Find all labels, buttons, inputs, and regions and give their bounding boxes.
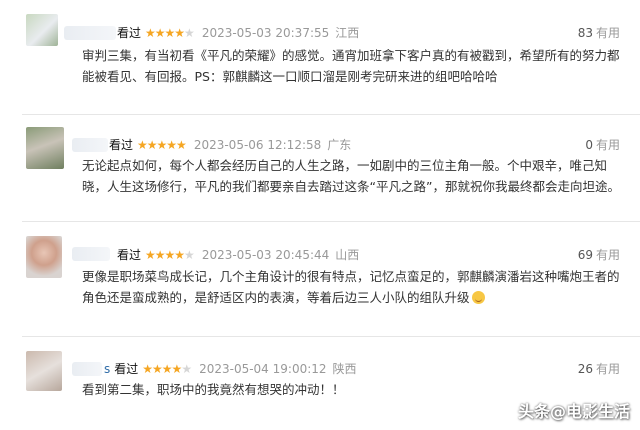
watched-label: 看过 <box>114 362 139 376</box>
watched-label: 看过 <box>117 248 142 262</box>
review-location: 江西 <box>335 26 360 40</box>
review-2: 看过 ★★★★★ 2023-05-06 12:12:58 广东 0 有用 无论起… <box>0 115 640 215</box>
review-location: 山西 <box>335 248 360 262</box>
username-redacted[interactable] <box>72 247 110 261</box>
review-text: 更像是职场菜鸟成长记，几个主角设计的很有特点，记忆点蛮足的，郭麒麟演潘岩这种嘴炮… <box>82 269 620 305</box>
votes-label: 有用 <box>595 26 620 40</box>
username-tail[interactable]: s <box>104 362 110 376</box>
watched-label: 看过 <box>109 138 134 152</box>
votes-label: 有用 <box>595 248 620 262</box>
votes-label: 有用 <box>595 138 620 152</box>
rating-stars: ★★★★★ <box>137 137 187 152</box>
votes-count: 69 <box>577 247 593 262</box>
avatar[interactable] <box>26 14 58 46</box>
review-time: 2023-05-06 12:12:58 <box>193 137 322 152</box>
useful-votes[interactable]: 0 有用 <box>585 136 620 153</box>
votes-count: 83 <box>577 25 593 40</box>
review-time: 2023-05-03 20:45:44 <box>201 247 330 262</box>
username-redacted[interactable] <box>72 138 108 152</box>
review-content: 看到第二集，职场中的我竟然有想哭的冲动！！ <box>82 382 345 397</box>
review-time: 2023-05-03 20:37:55 <box>201 25 330 40</box>
useful-votes[interactable]: 26 有用 <box>578 360 620 377</box>
review-content: 更像是职场菜鸟成长记，几个主角设计的很有特点，记忆点蛮足的，郭麒麟演潘岩这种嘴炮… <box>82 266 627 308</box>
review-1: 看过 ★★★★★ 2023-05-03 20:37:55 江西 83 有用 审判… <box>0 0 640 120</box>
rating-stars: ★★★★★ <box>142 361 192 376</box>
useful-votes[interactable]: 83 有用 <box>578 24 620 41</box>
avatar[interactable] <box>26 236 62 278</box>
watched-label: 看过 <box>117 26 142 40</box>
avatar[interactable] <box>26 127 64 169</box>
votes-count: 0 <box>585 137 593 152</box>
votes-count: 26 <box>577 361 593 376</box>
rating-stars: ★★★★★ <box>145 247 195 262</box>
review-3: 看过 ★★★★★ 2023-05-03 20:45:44 山西 69 有用 更像… <box>0 222 640 332</box>
review-meta: s 看过 ★★★★★ 2023-05-04 19:00:12 陕西 <box>104 360 357 377</box>
useful-votes[interactable]: 69 有用 <box>578 246 620 263</box>
rating-stars: ★★★★★ <box>145 25 195 40</box>
watermark: 头条@电影生活 <box>517 402 630 421</box>
review-meta: 看过 ★★★★★ 2023-05-03 20:45:44 山西 <box>117 246 359 263</box>
review-meta: 看过 ★★★★★ 2023-05-06 12:12:58 广东 <box>109 136 351 153</box>
username-redacted[interactable] <box>64 26 116 40</box>
grinning-face-emoji-icon <box>471 291 485 304</box>
avatar[interactable] <box>26 351 62 391</box>
votes-label: 有用 <box>595 362 620 376</box>
username-redacted[interactable] <box>72 362 102 376</box>
review-content: 无论起点如何，每个人都会经历自己的人生之路，一如剧中的三位主角一般。个中艰辛，唯… <box>82 158 620 194</box>
review-time: 2023-05-04 19:00:12 <box>199 361 327 376</box>
review-meta: 看过 ★★★★★ 2023-05-03 20:37:55 江西 <box>117 24 359 41</box>
review-location: 广东 <box>327 138 352 152</box>
review-content: 审判三集，有当初看《平凡的荣耀》的感觉。通宵加班拿下客户真的有被戳到，希望所有的… <box>82 48 620 84</box>
review-location: 陕西 <box>332 362 357 376</box>
